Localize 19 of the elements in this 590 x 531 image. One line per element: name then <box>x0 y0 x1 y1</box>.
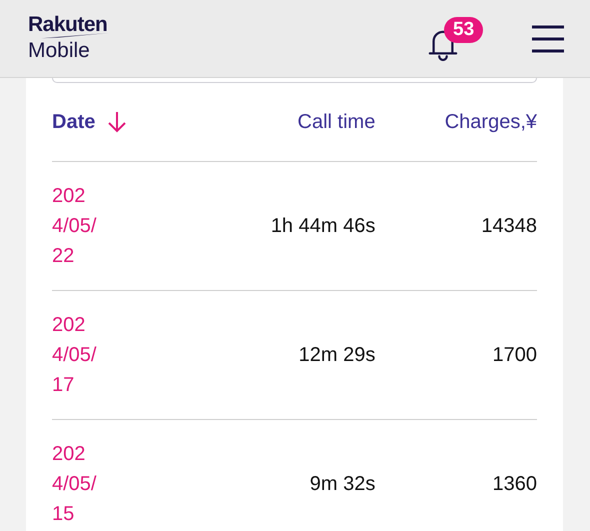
sort-arrow-icon[interactable] <box>107 111 128 133</box>
notification-button[interactable]: 53 <box>428 16 488 60</box>
charges-cell: 1360 <box>492 473 537 495</box>
column-header[interactable]: Date <box>52 110 96 134</box>
column-header[interactable]: Call time <box>298 110 376 134</box>
charges-cell: 1700 <box>492 344 537 366</box>
menu-icon <box>532 24 564 52</box>
call-time-cell: 1h 44m 46s <box>270 215 376 237</box>
date-cell[interactable]: 2024/05/15 <box>52 439 100 529</box>
call-time-cell: 12m 29s <box>298 344 376 366</box>
charges-cell: 14348 <box>481 215 537 237</box>
column-header[interactable]: Charges,¥ <box>444 110 537 134</box>
date-cell[interactable]: 2024/05/22 <box>52 181 100 271</box>
call-time-cell: 9m 32s <box>310 473 376 495</box>
menu-button[interactable] <box>532 24 564 52</box>
notification-count: 53 <box>444 16 484 42</box>
date-cell[interactable]: 2024/05/17 <box>52 310 100 400</box>
logo-product: Mobile <box>28 39 90 63</box>
logo-brand: Rakuten <box>28 14 108 36</box>
